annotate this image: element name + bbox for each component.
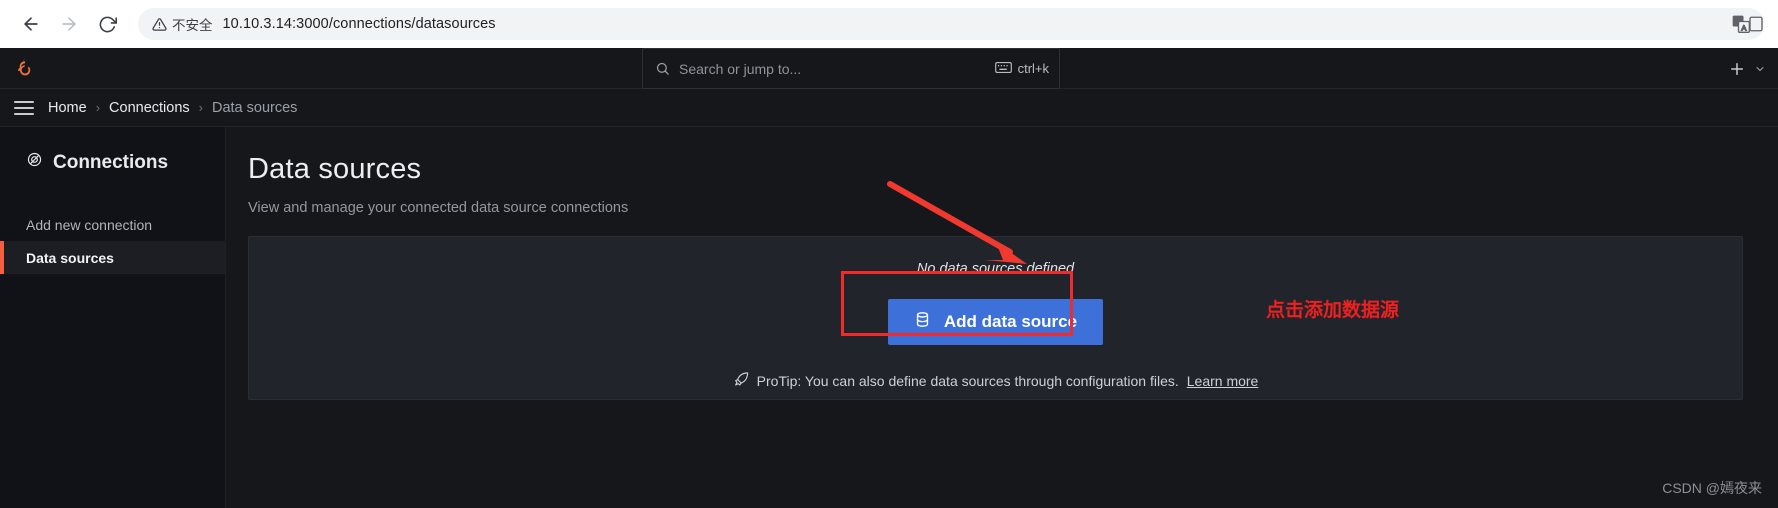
breadcrumb: Home › Connections › Data sources (0, 89, 1778, 127)
grafana-logo-icon[interactable] (14, 57, 36, 79)
database-icon (914, 311, 931, 333)
sidebar-item-data-sources[interactable]: Data sources (0, 241, 225, 274)
page-subtitle: View and manage your connected data sour… (248, 200, 629, 216)
grafana-app: Search or jump to... ctrl+k Home › Conne… (0, 48, 1778, 508)
protip-text: ProTip: You can also define data sources… (756, 372, 1179, 389)
plus-icon[interactable] (1725, 57, 1749, 81)
breadcrumb-item-home[interactable]: Home (48, 100, 87, 116)
breadcrumb-separator: › (198, 100, 203, 115)
sidebar-item-label: Data sources (26, 249, 114, 266)
chevron-down-icon[interactable] (1752, 57, 1768, 81)
search-shortcut-hint: ctrl+k (994, 61, 1049, 77)
empty-state-panel: No data sources defined Add data source (248, 236, 1743, 400)
security-indicator[interactable]: 不安全 (152, 14, 223, 34)
rocket-icon (733, 371, 749, 390)
protip: ProTip: You can also define data sources… (733, 371, 1259, 390)
hamburger-menu-icon[interactable] (14, 100, 34, 115)
reload-icon[interactable] (90, 7, 124, 41)
sidebar: Connections Add new connection Data sour… (0, 127, 226, 508)
security-label: 不安全 (172, 18, 213, 33)
keyboard-icon (994, 61, 1012, 77)
learn-more-link[interactable]: Learn more (1187, 373, 1259, 389)
breadcrumb-item-data-sources[interactable]: Data sources (212, 100, 297, 116)
sidebar-title-label: Connections (53, 151, 169, 173)
forward-icon[interactable] (52, 7, 86, 41)
main-content: Data sources View and manage your connec… (226, 127, 1778, 508)
warning-triangle-icon (152, 17, 167, 31)
empty-state-message: No data sources defined (916, 261, 1075, 277)
browser-actions (1742, 0, 1770, 48)
breadcrumb-item-connections[interactable]: Connections (109, 100, 190, 116)
extension-icon[interactable] (1742, 10, 1770, 38)
add-data-source-button[interactable]: Add data source (887, 299, 1104, 345)
search-input[interactable]: Search or jump to... ctrl+k (642, 48, 1060, 89)
breadcrumb-items: Home › Connections › Data sources (48, 100, 297, 116)
sidebar-item-add-new-connection[interactable]: Add new connection (0, 208, 225, 241)
connections-icon (26, 151, 43, 174)
callout-text: 点击添加数据源 (1266, 300, 1400, 321)
url-text[interactable]: 10.10.3.14:3000/connections/datasources (223, 16, 1731, 32)
address-bar[interactable]: 不安全 10.10.3.14:3000/connections/datasour… (138, 8, 1764, 40)
watermark: CSDN @嫣夜来 (1662, 480, 1762, 496)
back-icon[interactable] (14, 7, 48, 41)
page-title: Data sources (248, 153, 422, 185)
page-body: Connections Add new connection Data sour… (0, 127, 1778, 508)
add-data-source-label: Add data source (943, 312, 1078, 331)
search-shortcut-label: ctrl+k (1017, 61, 1049, 76)
top-navigation-bar: Search or jump to... ctrl+k (0, 48, 1778, 89)
breadcrumb-separator: › (95, 100, 101, 115)
search-placeholder: Search or jump to... (679, 60, 802, 77)
search-icon (655, 61, 670, 76)
sidebar-title: Connections (0, 151, 225, 174)
browser-toolbar: 不安全 10.10.3.14:3000/connections/datasour… (0, 0, 1778, 48)
sidebar-item-label: Add new connection (26, 216, 153, 233)
topnav-actions (1725, 48, 1768, 89)
